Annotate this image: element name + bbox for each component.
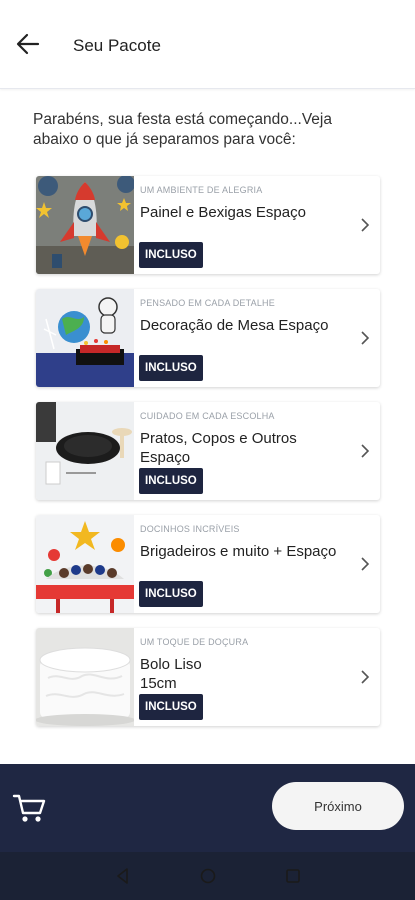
item-name: Painel e Bexigas Espaço [140,204,306,221]
package-item-bolo[interactable]: UM TOQUE DE DOÇURA Bolo Liso 15cm INCLUS… [36,628,380,726]
included-badge: INCLUSO [139,694,203,720]
app-header: Seu Pacote [0,0,415,89]
home-circle-icon[interactable] [198,866,218,886]
item-name: Bolo Liso 15cm [140,656,202,692]
page-title: Seu Pacote [73,36,161,55]
arrow-left-icon[interactable] [14,30,42,58]
item-name: Decoração de Mesa Espaço [140,317,329,334]
item-subtitle: UM TOQUE DE DOÇURA [140,637,249,647]
bolo-image [36,628,134,726]
brigadeiros-image [36,515,134,613]
item-subtitle: DOCINHOS INCRÍVEIS [140,524,240,534]
chevron-right-icon [361,444,370,458]
item-subtitle: UM AMBIENTE DE ALEGRIA [140,185,263,195]
item-subtitle: PENSADO EM CADA DETALHE [140,298,275,308]
recents-square-icon[interactable] [283,866,303,886]
included-badge: INCLUSO [139,355,203,381]
next-button[interactable]: Próximo [272,782,404,830]
item-name: Brigadeiros e muito + Espaço [140,543,337,560]
item-subtitle: CUIDADO EM CADA ESCOLHA [140,411,275,421]
chevron-right-icon [361,331,370,345]
decoracao-image [36,289,134,387]
painel-image [36,176,134,274]
intro-text: Parabéns, sua festa está começando...Vej… [33,111,332,148]
chevron-right-icon [361,218,370,232]
included-badge: INCLUSO [139,581,203,607]
chevron-right-icon [361,557,370,571]
pratos-image [36,402,134,500]
included-badge: INCLUSO [139,468,203,494]
item-name: Pratos, Copos e Outros Espaço [140,430,297,466]
bottom-bar: Próximo [0,764,415,852]
package-items-list: UM AMBIENTE DE ALEGRIA Painel e Bexigas … [36,176,380,741]
back-triangle-icon[interactable] [113,866,133,886]
package-item-decoracao[interactable]: PENSADO EM CADA DETALHE Decoração de Mes… [36,289,380,387]
included-badge: INCLUSO [139,242,203,268]
cart-icon[interactable] [12,790,48,826]
chevron-right-icon [361,670,370,684]
package-item-pratos[interactable]: CUIDADO EM CADA ESCOLHA Pratos, Copos e … [36,402,380,500]
package-item-painel[interactable]: UM AMBIENTE DE ALEGRIA Painel e Bexigas … [36,176,380,274]
package-item-brigadeiros[interactable]: DOCINHOS INCRÍVEIS Brigadeiros e muito +… [36,515,380,613]
system-navigation-bar [0,852,415,900]
